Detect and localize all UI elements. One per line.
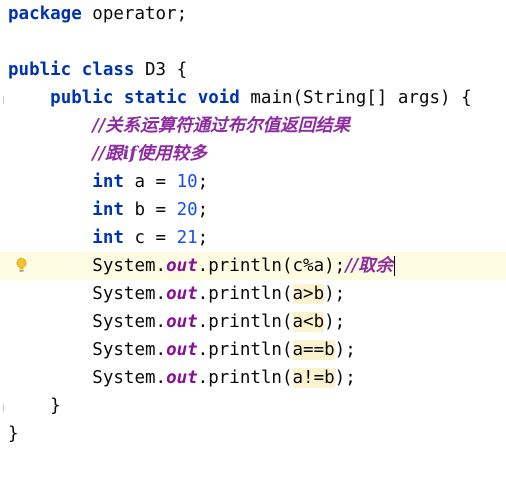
- semicolon: ;: [197, 228, 209, 248]
- argument: a<b: [292, 312, 325, 332]
- variable: c =: [123, 228, 177, 248]
- static-field: out: [166, 368, 198, 388]
- keyword: void: [197, 88, 240, 108]
- method-call: .println(: [197, 312, 293, 332]
- code-line-int-b[interactable]: int b = 20;: [0, 196, 506, 224]
- static-field: out: [166, 312, 198, 332]
- keyword: int: [92, 172, 124, 192]
- method-call: .println(: [197, 340, 293, 360]
- argument: a==b: [292, 340, 335, 360]
- comment: //取余: [345, 256, 393, 276]
- call-end: );: [334, 368, 356, 388]
- code-line-println-2[interactable]: System.out.println(a>b);: [0, 280, 506, 308]
- code-line-println-3[interactable]: System.out.println(a<b);: [0, 308, 506, 336]
- comment: //跟if使用较多: [92, 144, 207, 164]
- comment: //关系运算符通过布尔值返回结果: [92, 116, 351, 136]
- class-name: D3 {: [134, 60, 188, 80]
- call-end: );: [334, 340, 356, 360]
- call-end: );: [324, 312, 346, 332]
- code-line-println-5[interactable]: System.out.println(a!=b);: [0, 364, 506, 392]
- call-end: );: [324, 256, 346, 276]
- code-line-println-1[interactable]: System.out.println(c%a);//取余: [0, 252, 506, 280]
- code-line-int-c[interactable]: int c = 21;: [0, 224, 506, 252]
- code-line-package[interactable]: package operator;: [0, 0, 506, 28]
- semicolon: ;: [197, 172, 209, 192]
- method-signature: main(String[] args) {: [239, 88, 472, 108]
- closing-brace: }: [8, 424, 19, 444]
- number-literal: 10: [176, 172, 198, 192]
- number-literal: 20: [176, 200, 198, 220]
- argument: c%a: [292, 256, 325, 276]
- code-line-comment-1[interactable]: //关系运算符通过布尔值返回结果: [0, 112, 506, 140]
- class-ref: System.: [92, 256, 167, 276]
- static-field: out: [166, 340, 198, 360]
- package-name: operator;: [81, 4, 188, 24]
- method-call: .println(: [197, 256, 293, 276]
- keyword: int: [92, 228, 124, 248]
- text-caret: [393, 256, 395, 276]
- closing-brace: }: [50, 396, 61, 416]
- code-line-println-4[interactable]: System.out.println(a==b);: [0, 336, 506, 364]
- static-field: out: [166, 256, 198, 276]
- variable: b =: [123, 200, 177, 220]
- method-call: .println(: [197, 368, 293, 388]
- keyword: static: [123, 88, 188, 108]
- argument: a>b: [292, 284, 325, 304]
- argument: a!=b: [292, 368, 335, 388]
- code-line-close-class[interactable]: }: [0, 420, 506, 448]
- class-ref: System.: [92, 340, 167, 360]
- keyword: class: [81, 60, 135, 80]
- class-ref: System.: [92, 312, 167, 332]
- class-ref: System.: [92, 368, 167, 388]
- method-call: .println(: [197, 284, 293, 304]
- static-field: out: [166, 284, 198, 304]
- call-end: );: [324, 284, 346, 304]
- keyword: package: [8, 4, 82, 24]
- keyword: public: [50, 88, 114, 108]
- variable: a =: [123, 172, 177, 192]
- keyword: int: [92, 200, 124, 220]
- code-line-close-method[interactable]: }: [0, 392, 506, 420]
- code-line-class[interactable]: public class D3 {: [0, 56, 506, 84]
- semicolon: ;: [197, 200, 209, 220]
- class-ref: System.: [92, 284, 167, 304]
- code-line-int-a[interactable]: int a = 10;: [0, 168, 506, 196]
- code-editor[interactable]: package operator; public class D3 { publ…: [0, 0, 506, 462]
- code-line-method[interactable]: public static void main(String[] args) {: [0, 84, 506, 112]
- number-literal: 21: [176, 228, 198, 248]
- keyword: public: [8, 60, 72, 80]
- code-line-comment-2[interactable]: //跟if使用较多: [0, 140, 506, 168]
